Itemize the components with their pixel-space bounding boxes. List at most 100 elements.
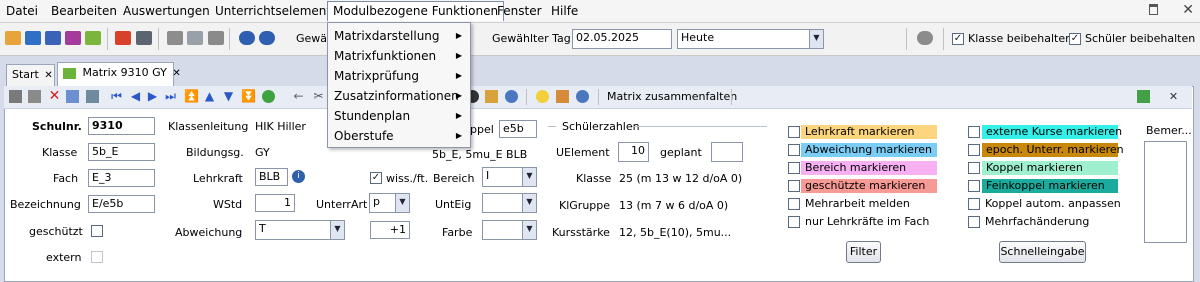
- menu-item-oberstufe[interactable]: Oberstufe ▶: [328, 127, 470, 145]
- info-icon[interactable]: i: [292, 170, 305, 183]
- bemerkung-textarea[interactable]: [1144, 141, 1187, 243]
- save-icon[interactable]: [9, 90, 22, 103]
- move-down-icon[interactable]: ▼: [222, 90, 235, 103]
- first-record-icon[interactable]: ⏮: [110, 90, 123, 103]
- unteig-select[interactable]: ▼: [482, 193, 537, 213]
- chevron-down-icon[interactable]: ▼: [395, 194, 409, 212]
- menu-item-stundenplan[interactable]: Stundenplan ▶: [328, 107, 470, 125]
- chevron-down-icon[interactable]: ▼: [522, 168, 536, 186]
- matrix-zusammenfalten-button[interactable]: Matrix zusammenfalten: [607, 90, 737, 103]
- arrow-left-icon[interactable]: ←: [292, 90, 305, 103]
- bezeichnung-field[interactable]: E/e5b: [88, 195, 155, 213]
- koppel-markieren-checkbox[interactable]: [968, 162, 980, 174]
- grid-icon[interactable]: [86, 90, 99, 103]
- copy-icon[interactable]: [167, 31, 183, 45]
- klasse-field[interactable]: 5b_E: [88, 143, 155, 161]
- geschuetzte-markieren-checkbox[interactable]: [788, 180, 800, 192]
- fach-field[interactable]: E_3: [88, 169, 155, 187]
- menu-bearbeiten[interactable]: Bearbeiten: [51, 4, 117, 18]
- schulnr-field[interactable]: 9310: [88, 117, 155, 135]
- unterrart-select[interactable]: p ▼: [369, 193, 410, 213]
- externe-kurse-checkbox[interactable]: [968, 126, 980, 138]
- menu-unterrichtselement[interactable]: Unterrichtselement: [215, 4, 331, 18]
- date-input[interactable]: 02.05.2025: [572, 29, 672, 49]
- nur-lehrkraefte-checkbox[interactable]: [788, 216, 800, 228]
- rooms-icon[interactable]: [45, 31, 61, 45]
- day-select[interactable]: Heute ▼: [677, 29, 824, 49]
- unterrart-value: p: [373, 195, 380, 208]
- menu-fenster[interactable]: Fenster: [497, 4, 542, 18]
- lehrkraft-markieren-checkbox[interactable]: [788, 126, 800, 138]
- undo-icon[interactable]: [28, 90, 41, 103]
- uelement-field[interactable]: 10: [618, 142, 649, 162]
- lehrkraft-field[interactable]: BLB: [255, 168, 288, 186]
- help-icon[interactable]: [259, 31, 275, 45]
- filter-button[interactable]: Filter: [846, 241, 881, 263]
- menu-modulbezogene-funktionen[interactable]: Modulbezogene Funktionen: [327, 1, 505, 21]
- epoch-unterr-checkbox[interactable]: [968, 144, 980, 156]
- table-icon[interactable]: [66, 90, 79, 103]
- last-record-icon[interactable]: ⏭: [164, 90, 177, 103]
- wstd-field[interactable]: 1: [255, 194, 295, 212]
- classes-icon[interactable]: [85, 31, 101, 45]
- tab-start[interactable]: Start ✕: [6, 64, 55, 86]
- move-up-icon[interactable]: ▲: [203, 90, 216, 103]
- delete-icon[interactable]: ✕: [48, 89, 61, 103]
- abweichung-select[interactable]: T ▼: [255, 220, 345, 240]
- info-icon[interactable]: [239, 31, 255, 45]
- scissors-icon[interactable]: ✂: [312, 90, 325, 103]
- window-minimize-icon[interactable]: [1149, 4, 1158, 15]
- geschuetzt-checkbox[interactable]: [91, 225, 103, 237]
- koppel-field[interactable]: e5b: [499, 120, 537, 138]
- mehrarbeit-melden-checkbox[interactable]: [788, 198, 800, 210]
- chevron-down-icon[interactable]: ▼: [330, 221, 344, 239]
- close-icon[interactable]: ✕: [1167, 90, 1180, 103]
- chevron-down-icon[interactable]: ▼: [522, 194, 536, 212]
- document-icon[interactable]: [187, 31, 203, 45]
- menu-item-matrixfunktionen[interactable]: Matrixfunktionen ▶: [328, 47, 470, 65]
- menu-hilfe[interactable]: Hilfe: [551, 4, 578, 18]
- farbe-select[interactable]: ▼: [482, 220, 537, 240]
- bereich-markieren-checkbox[interactable]: [788, 162, 800, 174]
- subjects-icon[interactable]: [65, 31, 81, 45]
- menu-item-zusatzinformationen[interactable]: Zusatzinformationen ▶: [328, 87, 470, 105]
- teachers-icon[interactable]: [25, 31, 41, 45]
- menu-auswertungen[interactable]: Auswertungen: [123, 4, 210, 18]
- clock-icon[interactable]: [505, 90, 518, 103]
- next-record-icon[interactable]: ▶: [146, 90, 159, 103]
- klasse-beibehalten-checkbox[interactable]: ✓: [952, 33, 964, 45]
- brush-icon[interactable]: [485, 90, 498, 103]
- bereich-select[interactable]: I ▼: [482, 167, 537, 187]
- close-icon[interactable]: ✕: [44, 70, 52, 81]
- mehrfachaenderung-checkbox[interactable]: [968, 216, 980, 228]
- lightning-icon[interactable]: [208, 31, 224, 45]
- menu-item-matrixdarstellung[interactable]: Matrixdarstellung ▶: [328, 27, 470, 45]
- user-edit-icon[interactable]: [556, 90, 569, 103]
- chevron-down-icon[interactable]: ▼: [522, 221, 536, 239]
- help-icon[interactable]: [576, 90, 589, 103]
- wissft-checkbox[interactable]: ✓: [370, 172, 382, 184]
- abweichung-number-field[interactable]: +1: [370, 221, 410, 239]
- schueler-beibehalten-checkbox[interactable]: ✓: [1069, 33, 1081, 45]
- geplant-field[interactable]: [711, 142, 743, 162]
- people-icon[interactable]: [5, 31, 21, 45]
- previous-record-icon[interactable]: ◀: [129, 90, 142, 103]
- user-lock-icon[interactable]: [917, 31, 933, 45]
- refresh-green-icon[interactable]: [1137, 90, 1150, 103]
- koppel-autom-checkbox[interactable]: [968, 198, 980, 210]
- menu-item-matrixpruefung[interactable]: Matrixprüfung ▶: [328, 67, 470, 85]
- move-top-icon[interactable]: ⏫: [184, 90, 199, 103]
- tab-matrix[interactable]: Matrix 9310 GY ✕: [57, 62, 181, 86]
- abweichung-markieren-checkbox[interactable]: [788, 144, 800, 156]
- lightbulb-icon[interactable]: [536, 90, 549, 103]
- schnelleingabe-button[interactable]: Schnelleingabe: [999, 241, 1086, 263]
- close-icon[interactable]: ✕: [172, 68, 180, 79]
- feinkoppel-markieren-checkbox[interactable]: [968, 180, 980, 192]
- chevron-down-icon[interactable]: ▼: [809, 30, 823, 48]
- refresh-icon[interactable]: [262, 90, 275, 103]
- print-icon[interactable]: [136, 31, 152, 45]
- book-icon[interactable]: [115, 31, 131, 45]
- window-close-icon[interactable]: ✕: [1182, 2, 1194, 18]
- menu-datei[interactable]: Datei: [6, 4, 38, 18]
- move-bottom-icon[interactable]: ⏬: [241, 90, 256, 103]
